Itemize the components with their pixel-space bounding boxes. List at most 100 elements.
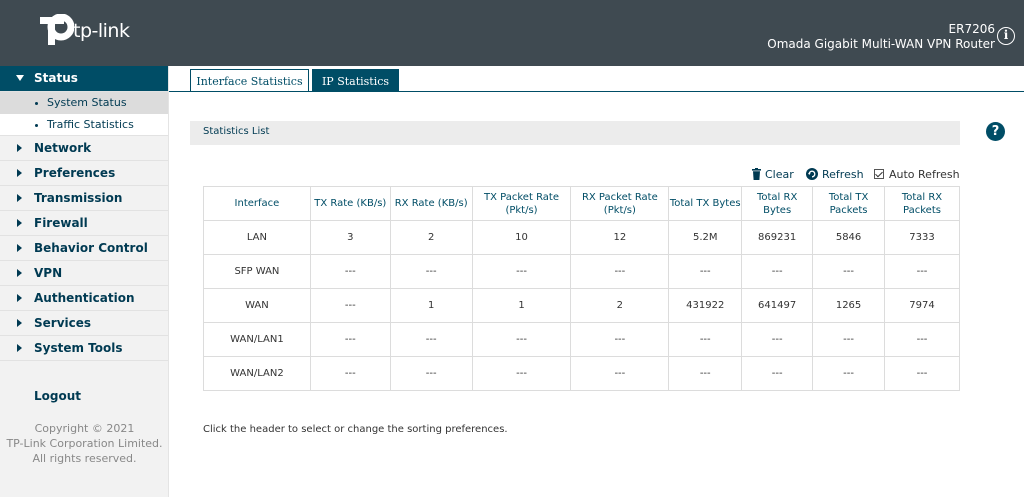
table-row: WAN --- 1 1 2 431922 641497 1265 7974 xyxy=(203,288,960,323)
auto-refresh-checkbox[interactable] xyxy=(874,169,884,179)
sidebar-item-status[interactable]: Status xyxy=(0,66,168,92)
table-cell: --- xyxy=(741,254,814,289)
table-row: WAN/LAN1 --- --- --- --- --- --- --- --- xyxy=(203,322,960,357)
sidebar-item-services[interactable]: Services xyxy=(0,311,168,336)
table-row: LAN 3 2 10 12 5.2M 869231 5846 7333 xyxy=(203,220,960,255)
table-cell: --- xyxy=(884,356,960,391)
sidebar-item-network[interactable]: Network xyxy=(0,136,168,161)
table-cell: 1 xyxy=(389,288,473,323)
column-header-rx-rate[interactable]: RX Rate (KB/s) xyxy=(389,186,473,221)
sidebar-subitem-traffic-statistics[interactable]: Traffic Statistics xyxy=(0,114,168,136)
column-header-tx-packet-rate[interactable]: TX Packet Rate (Pkt/s) xyxy=(471,186,572,221)
column-header-rx-packet-rate[interactable]: RX Packet Rate (Pkt/s) xyxy=(570,186,670,221)
sidebar-item-transmission[interactable]: Transmission xyxy=(0,186,168,211)
copyright-line: All rights reserved. xyxy=(32,452,137,465)
table-cell: --- xyxy=(309,356,391,391)
table-cell: 12 xyxy=(570,220,670,255)
refresh-button[interactable]: Refresh xyxy=(806,167,864,181)
sidebar-item-system-tools[interactable]: System Tools xyxy=(0,336,168,361)
chevron-right-icon xyxy=(17,244,22,252)
tab-ip-statistics[interactable]: IP Statistics xyxy=(312,69,399,92)
sidebar-item-label: System Tools xyxy=(34,341,123,355)
table-row: WAN/LAN2 --- --- --- --- --- --- --- --- xyxy=(203,356,960,391)
logout-button[interactable]: Logout xyxy=(34,389,81,403)
tab-divider xyxy=(169,91,1024,92)
sidebar-item-vpn[interactable]: VPN xyxy=(0,261,168,286)
table-cell: WAN/LAN2 xyxy=(203,356,311,391)
table-cell: 7333 xyxy=(884,220,960,255)
tab-interface-statistics[interactable]: Interface Statistics xyxy=(190,69,309,92)
sidebar-subitem-label: Traffic Statistics xyxy=(47,118,134,131)
table-cell: --- xyxy=(741,356,814,391)
table-cell: 7974 xyxy=(884,288,960,323)
table-cell: --- xyxy=(668,254,743,289)
table-cell: --- xyxy=(741,322,814,357)
info-icon[interactable]: i xyxy=(997,27,1015,45)
column-header-total-tx-bytes[interactable]: Total TX Bytes xyxy=(668,186,743,221)
chevron-right-icon xyxy=(17,319,22,327)
table-cell: WAN xyxy=(203,288,311,323)
sidebar-item-authentication[interactable]: Authentication xyxy=(0,286,168,311)
sorting-hint: Click the header to select or change the… xyxy=(203,424,508,435)
table-cell: --- xyxy=(309,288,391,323)
table-cell: --- xyxy=(570,322,670,357)
sidebar-item-behavior-control[interactable]: Behavior Control xyxy=(0,236,168,261)
table-cell: --- xyxy=(471,254,572,289)
table-cell: 641497 xyxy=(741,288,814,323)
table-cell: 10 xyxy=(471,220,572,255)
column-header-total-tx-packets[interactable]: Total TX Packets xyxy=(812,186,886,221)
table-cell: --- xyxy=(570,254,670,289)
sidebar-item-label: Preferences xyxy=(34,166,116,180)
table-cell: 431922 xyxy=(668,288,743,323)
table-cell: --- xyxy=(884,254,960,289)
sidebar-item-label: VPN xyxy=(34,266,63,280)
chevron-down-icon xyxy=(16,75,24,81)
statistics-table: Interface TX Rate (KB/s) RX Rate (KB/s) … xyxy=(203,186,960,391)
sidebar-item-label: Services xyxy=(34,316,92,330)
table-header-row: Interface TX Rate (KB/s) RX Rate (KB/s) … xyxy=(203,186,960,221)
refresh-label: Refresh xyxy=(822,167,864,181)
clear-button[interactable]: Clear xyxy=(752,167,794,181)
chevron-right-icon xyxy=(17,144,22,152)
table-cell: 5.2M xyxy=(668,220,743,255)
auto-refresh-toggle[interactable]: Auto Refresh xyxy=(874,167,960,181)
trash-icon xyxy=(752,168,761,180)
table-cell: --- xyxy=(309,322,391,357)
table-cell: --- xyxy=(812,254,886,289)
column-header-total-rx-packets[interactable]: Total RX Packets xyxy=(884,186,960,221)
sidebar-item-label: Firewall xyxy=(34,216,88,230)
help-icon[interactable]: ? xyxy=(986,122,1005,141)
table-cell: 2 xyxy=(570,288,670,323)
chevron-right-icon xyxy=(17,294,22,302)
sidebar: Status System Status Traffic Statistics … xyxy=(0,66,169,497)
table-cell: 1 xyxy=(471,288,572,323)
sidebar-item-label: Authentication xyxy=(34,291,135,305)
table-cell: --- xyxy=(389,356,473,391)
device-model: ER7206 xyxy=(948,22,995,36)
table-cell: --- xyxy=(812,322,886,357)
table-cell: WAN/LAN1 xyxy=(203,322,311,357)
table-cell: --- xyxy=(884,322,960,357)
sidebar-item-preferences[interactable]: Preferences xyxy=(0,161,168,186)
device-description: Omada Gigabit Multi-WAN VPN Router xyxy=(767,37,995,51)
column-header-interface[interactable]: Interface xyxy=(203,186,311,221)
copyright-text: Copyright © 2021 TP-Link Corporation Lim… xyxy=(0,421,169,466)
column-header-tx-rate[interactable]: TX Rate (KB/s) xyxy=(309,186,391,221)
sidebar-subitem-system-status[interactable]: System Status xyxy=(0,92,168,114)
table-cell: 1265 xyxy=(812,288,886,323)
table-cell: --- xyxy=(309,254,391,289)
table-cell: 2 xyxy=(389,220,473,255)
section-header: Statistics List xyxy=(190,121,960,145)
sidebar-item-firewall[interactable]: Firewall xyxy=(0,211,168,236)
table-cell: --- xyxy=(812,356,886,391)
top-header: tp-link ER7206 Omada Gigabit Multi-WAN V… xyxy=(0,0,1024,66)
section-title: Statistics List xyxy=(203,126,270,137)
sidebar-subitem-label: System Status xyxy=(47,96,127,109)
table-cell: --- xyxy=(389,322,473,357)
table-cell: SFP WAN xyxy=(203,254,311,289)
chevron-right-icon xyxy=(17,194,22,202)
table-cell: 3 xyxy=(309,220,391,255)
column-header-total-rx-bytes[interactable]: Total RX Bytes xyxy=(741,186,814,221)
chevron-right-icon xyxy=(17,219,22,227)
chevron-right-icon xyxy=(17,344,22,352)
